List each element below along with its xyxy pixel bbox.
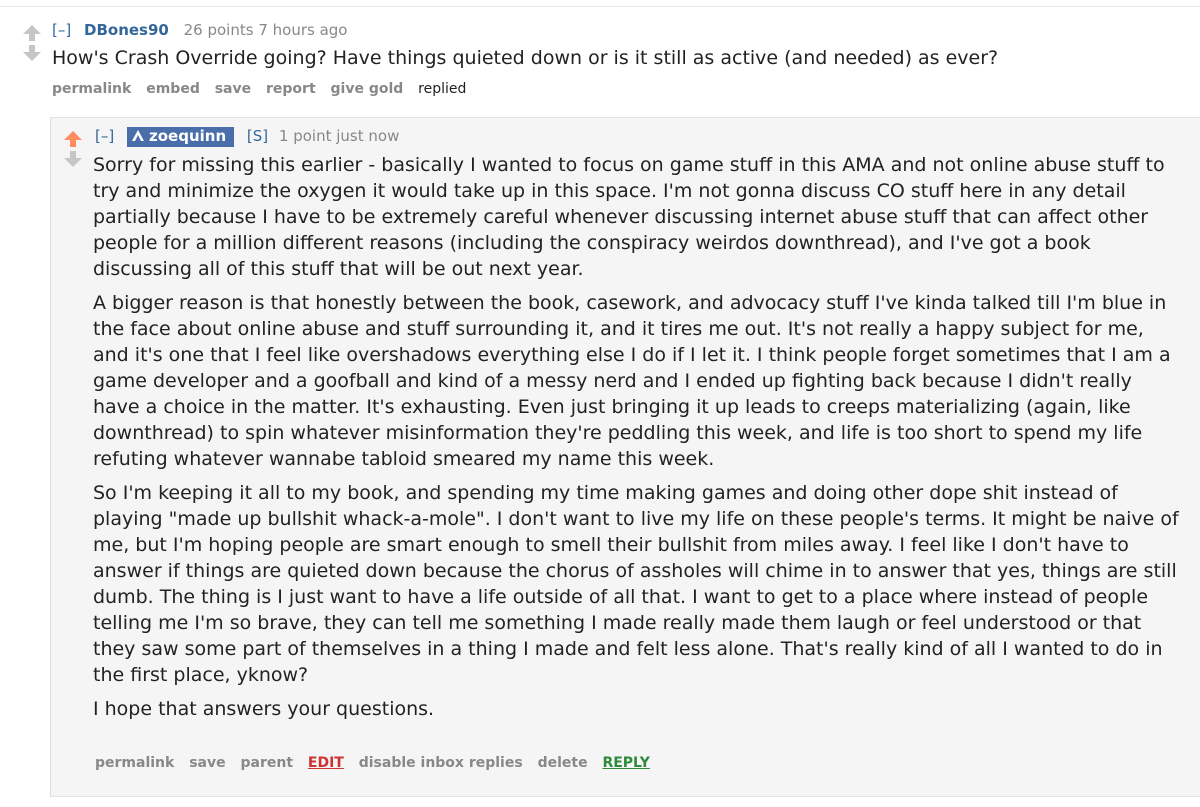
parent-vote-column — [22, 24, 42, 62]
comment-paragraph: Sorry for missing this earlier - basical… — [93, 154, 1165, 280]
score-and-time: 26 points 7 hours ago — [183, 21, 348, 39]
author-link[interactable]: zoequinn — [127, 127, 235, 147]
embed-button[interactable]: embed — [146, 81, 200, 97]
comment-paragraph: How's Crash Override going? Have things … — [52, 47, 999, 69]
parent-tagline: [–] DBones90 26 points 7 hours ago — [52, 21, 347, 39]
parent-action-list: permalink embed save report give gold re… — [52, 81, 476, 97]
author-name: zoequinn — [149, 127, 227, 145]
reply-action-list: permalink save parent EDIT disable inbox… — [95, 755, 660, 771]
upvote-arrow-icon[interactable] — [63, 130, 83, 148]
downvote-arrow-icon[interactable] — [22, 44, 42, 62]
parent-button[interactable]: parent — [241, 755, 294, 771]
comment-paragraph: I hope that answers your questions. — [93, 698, 435, 720]
downvote-arrow-icon[interactable] — [63, 150, 83, 168]
parent-comment-body: How's Crash Override going? Have things … — [52, 45, 1192, 79]
comment-paragraph: So I'm keeping it all to my book, and sp… — [93, 482, 1179, 686]
replied-label: replied — [418, 81, 467, 97]
save-button[interactable]: save — [215, 81, 251, 97]
collapse-toggle[interactable]: [–] — [52, 21, 71, 39]
reply-vote-column — [63, 130, 83, 168]
top-divider — [0, 6, 1200, 7]
give-gold-button[interactable]: give gold — [331, 81, 404, 97]
permalink-button[interactable]: permalink — [95, 755, 174, 771]
score-and-time: 1 point just now — [278, 127, 400, 145]
comment-paragraph: A bigger reason is that honestly between… — [93, 292, 1171, 470]
save-button[interactable]: save — [189, 755, 225, 771]
reply-comment: [–] zoequinn [S] 1 point just now Sorry … — [50, 117, 1200, 797]
submitter-flag[interactable]: [S] — [247, 127, 268, 145]
reply-tagline: [–] zoequinn [S] 1 point just now — [95, 127, 399, 147]
reply-button[interactable]: REPLY — [602, 755, 649, 771]
delete-button[interactable]: delete — [538, 755, 588, 771]
upvote-arrow-icon[interactable] — [22, 24, 42, 42]
author-link[interactable]: DBones90 — [84, 21, 169, 39]
edit-button[interactable]: EDIT — [308, 755, 344, 771]
report-button[interactable]: report — [266, 81, 316, 97]
permalink-button[interactable]: permalink — [52, 81, 131, 97]
collapse-toggle[interactable]: [–] — [95, 127, 114, 145]
reply-comment-body: Sorry for missing this earlier - basical… — [93, 152, 1183, 730]
disable-inbox-replies-button[interactable]: disable inbox replies — [359, 755, 523, 771]
mod-shield-icon — [131, 129, 145, 147]
